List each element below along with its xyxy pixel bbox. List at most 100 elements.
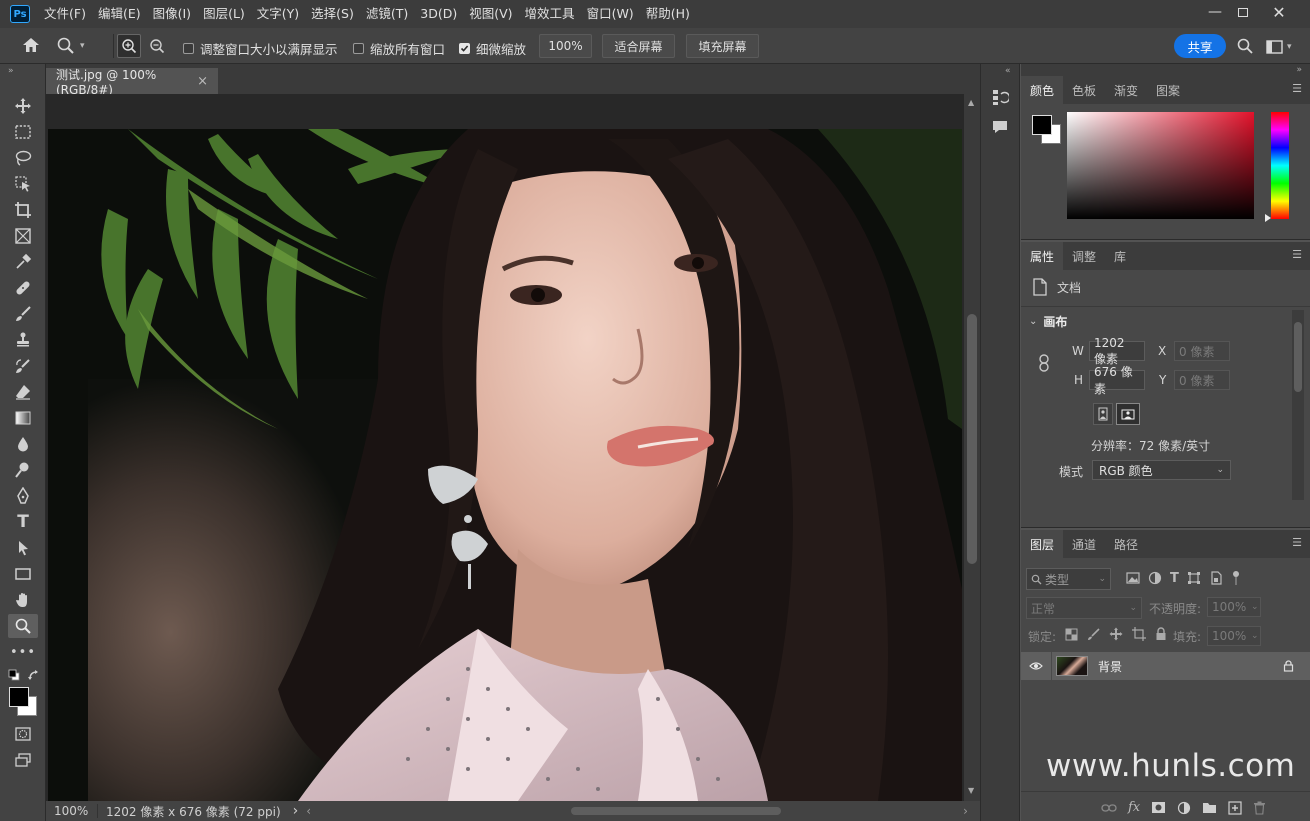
zoom-percent-field[interactable]: 100% [539,34,592,58]
hand-tool[interactable] [8,588,38,612]
landscape-orientation-button[interactable] [1116,403,1140,425]
rectangle-tool[interactable] [8,562,38,586]
lock-all-icon[interactable] [1155,627,1167,641]
chevron-down-icon[interactable]: ⌄ [1251,597,1261,617]
tab-patterns[interactable]: 图案 [1147,76,1189,104]
menu-type[interactable]: 文字(Y) [251,0,305,28]
properties-scrollbar-thumb[interactable] [1294,322,1302,392]
tab-channels[interactable]: 通道 [1063,530,1105,558]
fill-screen-button[interactable]: 填充屏幕 [686,34,759,58]
object-selection-tool[interactable] [8,172,38,196]
document-image[interactable] [48,129,962,801]
lock-artboard-icon[interactable] [1132,627,1146,641]
zoom-in-button[interactable] [117,34,141,58]
lasso-tool[interactable] [8,146,38,170]
height-field[interactable]: 676 像素 [1089,365,1145,396]
history-brush-tool[interactable] [8,354,38,378]
canvas-area[interactable] [46,94,964,801]
panel-menu-icon[interactable]: ☰ [1292,249,1302,260]
properties-scrollbar[interactable] [1292,310,1304,500]
horizontal-scrollbar[interactable] [317,805,957,817]
default-colors-button[interactable] [8,669,20,681]
layer-filter-select[interactable]: 类型 ⌄ [1026,568,1111,590]
menu-layer[interactable]: 图层(L) [197,0,251,28]
adjustment-layer-filter-icon[interactable] [1148,571,1162,585]
y-field[interactable]: 0 像素 [1174,370,1230,390]
shape-layer-filter-icon[interactable] [1187,571,1201,585]
lock-transparent-icon[interactable] [1065,628,1078,641]
new-group-icon[interactable] [1202,801,1217,814]
mode-select[interactable]: RGB 颜色 ⌄ [1092,460,1231,480]
menu-edit[interactable]: 编辑(E) [92,0,147,28]
menu-plugins[interactable]: 增效工具 [519,0,581,28]
close-tab-icon[interactable]: × [197,74,208,89]
close-window-button[interactable]: ✕ [1262,0,1296,24]
move-tool[interactable] [8,94,38,118]
pen-tool[interactable] [8,484,38,508]
color-fg-swatch[interactable] [1032,115,1052,135]
scroll-left-icon[interactable]: ‹ [304,804,313,818]
tab-color[interactable]: 颜色 [1021,76,1064,104]
filter-toggle-icon[interactable] [1231,570,1241,586]
link-dimensions-button[interactable] [1038,354,1050,375]
x-field[interactable]: 0 像素 [1174,341,1230,361]
lock-pixels-icon[interactable] [1087,627,1100,641]
eyedropper-tool[interactable] [8,250,38,274]
menu-3d[interactable]: 3D(D) [414,0,463,28]
collapse-icon[interactable]: » [8,66,14,76]
blend-mode-select[interactable]: 正常 ⌄ [1026,597,1142,619]
horizontal-scrollbar-thumb[interactable] [571,807,782,815]
status-zoom[interactable]: 100% [46,804,98,818]
new-layer-icon[interactable] [1228,800,1242,815]
scrubby-zoom-checkbox[interactable]: 细微缩放 [459,39,526,58]
menu-view[interactable]: 视图(V) [463,0,518,28]
hue-slider-marker[interactable] [1265,214,1271,222]
scrollbar-thumb[interactable] [967,314,977,564]
tab-libraries[interactable]: 库 [1105,242,1135,270]
home-button[interactable] [20,36,46,56]
panel-menu-icon[interactable]: ☰ [1292,83,1302,94]
crop-tool[interactable] [8,198,38,222]
blur-tool[interactable] [8,432,38,456]
layer-visibility-toggle[interactable] [1021,661,1051,671]
hue-slider[interactable] [1271,112,1289,219]
swap-colors-button[interactable] [27,668,41,682]
color-picker-field[interactable] [1067,112,1254,219]
search-button[interactable] [1236,37,1256,57]
canvas-section-header[interactable]: ⌄ 画布 [1029,313,1067,330]
tab-properties[interactable]: 属性 [1021,242,1064,270]
type-layer-filter-icon[interactable]: T [1170,571,1179,586]
trash-icon[interactable] [1253,801,1266,815]
layer-row-background[interactable]: 背景 [1021,652,1310,680]
tab-swatches[interactable]: 色板 [1063,76,1105,104]
share-button[interactable]: 共享 [1174,34,1226,58]
dodge-tool[interactable] [8,458,38,482]
maximize-button[interactable] [1226,0,1260,24]
lock-position-icon[interactable] [1109,627,1123,641]
foreground-color-swatch[interactable] [9,687,29,707]
document-tab[interactable]: 测试.jpg @ 100%(RGB/8#) × [46,68,218,97]
edit-toolbar-button[interactable]: ••• [8,640,38,664]
vertical-scrollbar[interactable]: ▲ ▼ [964,94,980,801]
fit-screen-button[interactable]: 适合屏幕 [602,34,675,58]
layer-name[interactable]: 背景 [1098,658,1122,675]
menu-file[interactable]: 文件(F) [38,0,92,28]
brush-tool[interactable] [8,302,38,326]
path-selection-tool[interactable] [8,536,38,560]
zoom-out-button[interactable] [145,34,169,58]
tab-gradients[interactable]: 渐变 [1105,76,1147,104]
fx-icon[interactable]: fx [1128,800,1140,815]
screen-mode-button[interactable] [8,748,38,772]
clone-stamp-tool[interactable] [8,328,38,352]
portrait-orientation-button[interactable] [1093,403,1113,425]
scroll-right-icon[interactable]: › [957,804,974,818]
panel-menu-icon[interactable]: ☰ [1292,537,1302,548]
history-panel-button[interactable] [991,88,1011,108]
expand-panels-icon[interactable]: « [1005,66,1011,76]
scroll-up-icon[interactable]: ▲ [968,98,974,107]
pixel-layer-filter-icon[interactable] [1126,571,1140,585]
chevron-down-icon[interactable]: ⌄ [1251,626,1261,646]
menu-window[interactable]: 窗口(W) [581,0,640,28]
menu-image[interactable]: 图像(I) [147,0,197,28]
menu-filter[interactable]: 滤镜(T) [360,0,414,28]
